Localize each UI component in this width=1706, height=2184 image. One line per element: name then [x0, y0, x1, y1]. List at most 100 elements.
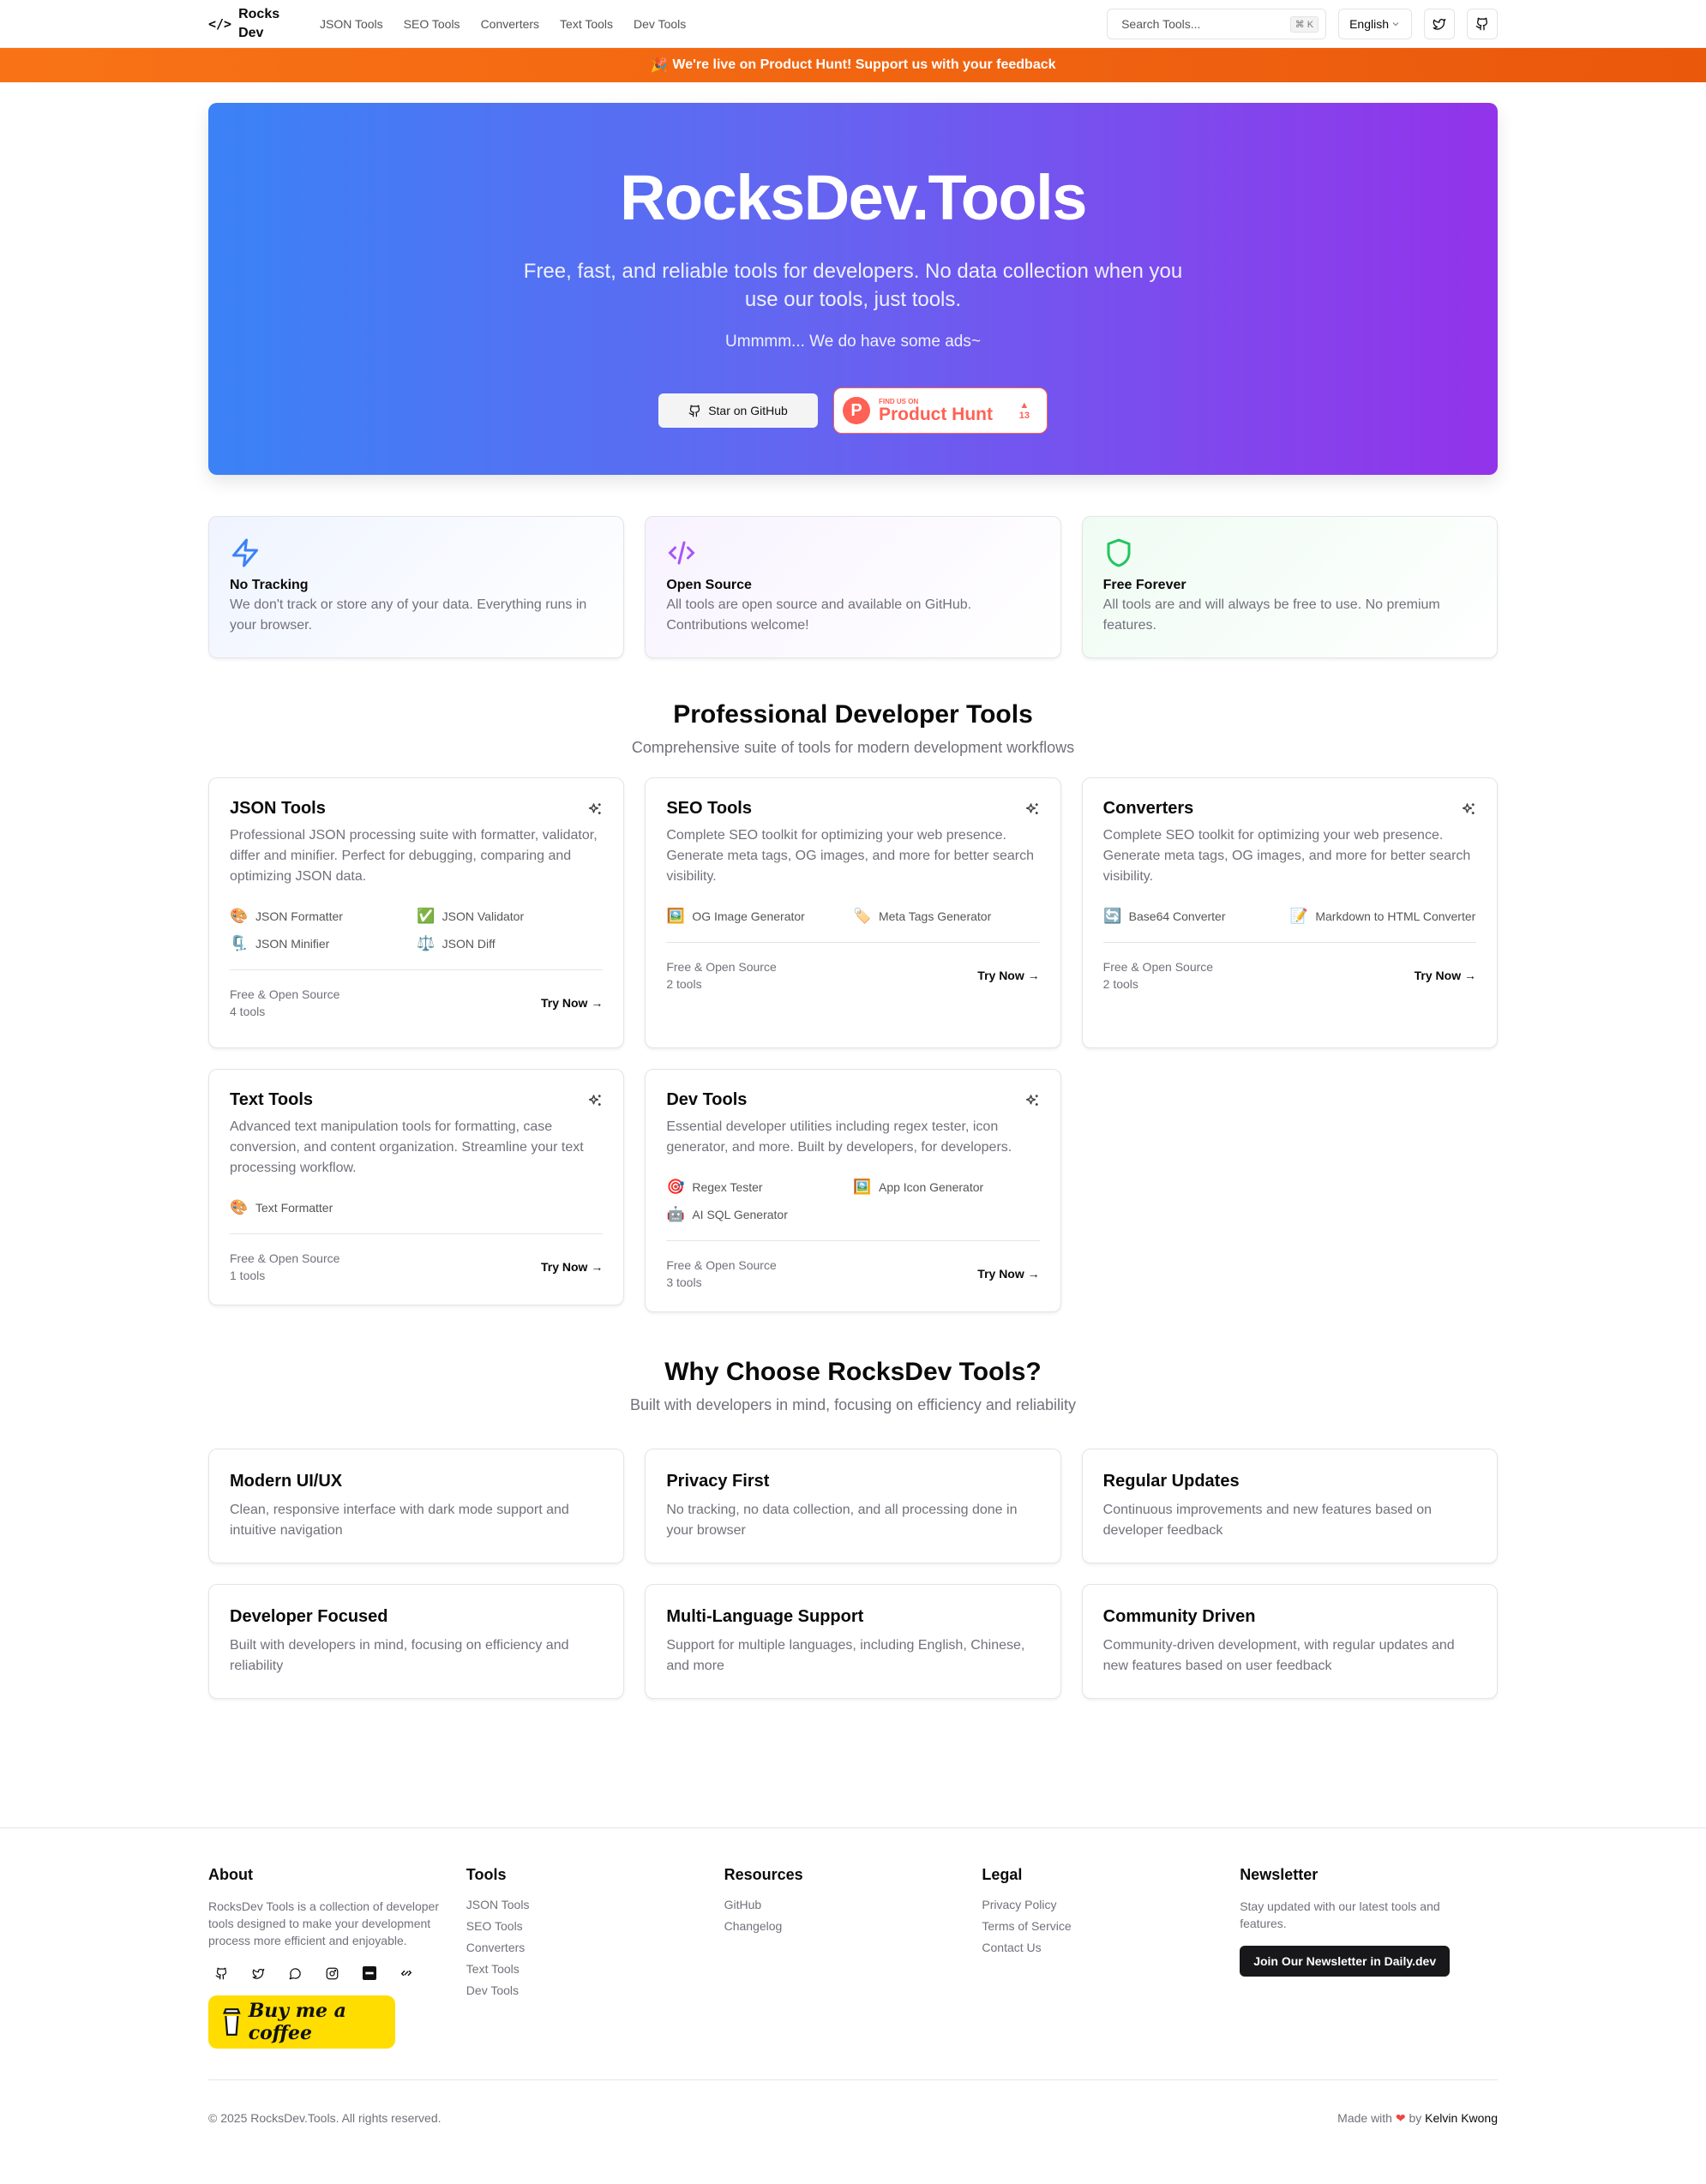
heart-icon: ❤ [1395, 2111, 1406, 2125]
tool-card-json-tools[interactable]: JSON Tools Professional JSON processing s… [208, 777, 625, 1048]
tool-link-label: JSON Diff [442, 937, 496, 951]
footer: About RocksDev Tools is a collection of … [0, 1827, 1706, 2151]
announcement-banner[interactable]: 🎉 We're live on Product Hunt! Support us… [0, 48, 1706, 82]
star-on-github-button[interactable]: Star on GitHub [658, 393, 818, 428]
why-section-header: Why Choose RocksDev Tools? Built with de… [208, 1357, 1498, 1414]
tool-card-count: 3 tools [666, 1275, 702, 1289]
github-button[interactable] [1467, 9, 1498, 39]
tool-link[interactable]: 🖼️ App Icon Generator [853, 1179, 1040, 1196]
product-hunt-badge[interactable]: P FIND US ON Product Hunt ▲ 13 [833, 387, 1048, 434]
footer-link-terms[interactable]: Terms of Service [982, 1919, 1240, 1933]
tool-card-title: Converters [1102, 799, 1194, 818]
github-icon[interactable] [215, 1967, 228, 1980]
tool-card-count: 2 tools [1102, 977, 1138, 991]
tool-emoji-icon: 📝 [1289, 908, 1308, 924]
footer-link-json-tools[interactable]: JSON Tools [466, 1898, 724, 1911]
try-now-button[interactable]: Try Now → [977, 969, 1039, 982]
tool-link[interactable]: 📝 Markdown to HTML Converter [1289, 908, 1476, 925]
footer-heading: Tools [466, 1866, 507, 1883]
tool-link[interactable]: ✅ JSON Validator [417, 908, 604, 925]
nav-link-json-tools[interactable]: JSON Tools [320, 17, 383, 31]
nav-link-dev-tools[interactable]: Dev Tools [634, 17, 686, 31]
footer-link-privacy[interactable]: Privacy Policy [982, 1898, 1240, 1911]
github-icon [1475, 17, 1488, 31]
try-now-button[interactable]: Try Now → [541, 996, 603, 1010]
tool-card-text-tools[interactable]: Text Tools Advanced text manipulation too… [208, 1069, 625, 1305]
tool-link[interactable]: ⚖️ JSON Diff [417, 935, 604, 952]
tool-card-count: 1 tools [230, 1269, 266, 1282]
tool-link-label: App Icon Generator [878, 1180, 984, 1194]
search-input[interactable]: Search Tools... ⌘ K [1107, 9, 1327, 39]
tool-link[interactable]: 🎨 JSON Formatter [230, 908, 417, 925]
tool-link-label: JSON Formatter [255, 909, 343, 923]
tool-card-license: Free & Open Source [666, 1258, 777, 1272]
tool-link[interactable]: 🖼️ OG Image Generator [666, 908, 853, 925]
nav-link-seo-tools[interactable]: SEO Tools [404, 17, 460, 31]
why-desc: No tracking, no data collection, and all… [666, 1503, 1018, 1538]
footer-link-text-tools[interactable]: Text Tools [466, 1962, 724, 1976]
language-select[interactable]: English [1338, 9, 1412, 39]
chat-icon[interactable] [289, 1967, 302, 1980]
hashnode-icon[interactable] [363, 1966, 376, 1980]
footer-link-changelog[interactable]: Changelog [724, 1919, 982, 1933]
tool-link[interactable]: 🏷️ Meta Tags Generator [853, 908, 1040, 925]
tool-card-converters[interactable]: Converters Complete SEO toolkit for optim… [1081, 777, 1498, 1048]
footer-link-dev-tools[interactable]: Dev Tools [466, 1983, 724, 1997]
instagram-icon[interactable] [326, 1967, 339, 1980]
logo[interactable]: </> Rocks Dev [208, 5, 320, 43]
nav-link-converters[interactable]: Converters [481, 17, 539, 31]
footer-link-contact[interactable]: Contact Us [982, 1941, 1240, 1954]
dev-link-icon[interactable] [400, 1967, 412, 1979]
twitter-icon[interactable] [252, 1967, 265, 1980]
search-shortcut: ⌘ K [1289, 15, 1319, 33]
tool-link[interactable]: 🔄 Base64 Converter [1103, 908, 1290, 925]
shield-icon [1107, 538, 1131, 567]
product-hunt-icon: P [843, 397, 870, 424]
tool-link-label: AI SQL Generator [692, 1208, 788, 1221]
social-links [215, 1966, 466, 1980]
footer-heading: About [208, 1866, 253, 1883]
nav-link-text-tools[interactable]: Text Tools [560, 17, 613, 31]
feature-card: Free Forever All tools are and will alwa… [1081, 516, 1498, 658]
tool-card-seo-tools[interactable]: SEO Tools Complete SEO toolkit for optimi… [645, 777, 1061, 1048]
tool-card-dev-tools[interactable]: Dev Tools Essential developer utilities i… [645, 1069, 1061, 1312]
tool-link-label: JSON Validator [442, 909, 525, 923]
tool-link-label: Base64 Converter [1128, 909, 1226, 923]
tool-link[interactable]: 🤖 AI SQL Generator [666, 1206, 853, 1223]
twitter-button[interactable] [1424, 9, 1455, 39]
why-card: Modern UI/UX Clean, responsive interface … [208, 1449, 625, 1563]
newsletter-text: Stay updated with our latest tools and f… [1240, 1899, 1440, 1930]
footer-link-seo-tools[interactable]: SEO Tools [466, 1919, 724, 1933]
tool-link[interactable]: 🎨 Text Formatter [230, 1199, 417, 1216]
section-title: Why Choose RocksDev Tools? [664, 1358, 1042, 1386]
why-card: Developer Focused Built with developers i… [208, 1584, 625, 1699]
tool-card-desc: Advanced text manipulation tools for for… [230, 1119, 584, 1175]
buy-me-a-coffee-button[interactable]: Buy me a coffee [208, 1995, 395, 2049]
code-icon [668, 541, 695, 565]
try-now-button[interactable]: Try Now → [1415, 969, 1476, 982]
tool-list: 🖼️ OG Image Generator 🏷️ Meta Tags Generato… [666, 908, 1040, 943]
tool-emoji-icon: 🏷️ [853, 908, 872, 924]
try-now-button[interactable]: Try Now → [541, 1260, 603, 1274]
tool-link-label: OG Image Generator [692, 909, 805, 923]
why-desc: Clean, responsive interface with dark mo… [230, 1503, 569, 1538]
tool-card-title: Dev Tools [666, 1090, 748, 1109]
tool-list: 🔄 Base64 Converter 📝 Markdown to HTML Conve… [1102, 908, 1476, 943]
tool-link-label: Text Formatter [255, 1201, 333, 1215]
newsletter-button[interactable]: Join Our Newsletter in Daily.dev [1240, 1946, 1451, 1977]
footer-link-converters[interactable]: Converters [466, 1941, 724, 1954]
tool-link[interactable]: 🗜️ JSON Minifier [230, 935, 417, 952]
chevron-down-icon [1392, 22, 1399, 27]
nav-actions: Search Tools... ⌘ K English [1107, 9, 1498, 39]
tool-emoji-icon: 🎨 [230, 908, 249, 924]
feature-title: Free Forever [1102, 578, 1186, 592]
author-link[interactable]: Kelvin Kwong [1425, 2111, 1498, 2125]
search-placeholder: Search Tools... [1121, 17, 1201, 31]
footer-link-github[interactable]: GitHub [724, 1898, 982, 1911]
tool-emoji-icon: 🎯 [666, 1179, 685, 1195]
sparkles-icon [1025, 802, 1038, 814]
feature-desc: All tools are and will always be free to… [1102, 597, 1440, 633]
tool-link[interactable]: 🎯 Regex Tester [666, 1179, 853, 1196]
tool-emoji-icon: 🖼️ [853, 1179, 872, 1195]
try-now-button[interactable]: Try Now → [977, 1267, 1039, 1281]
